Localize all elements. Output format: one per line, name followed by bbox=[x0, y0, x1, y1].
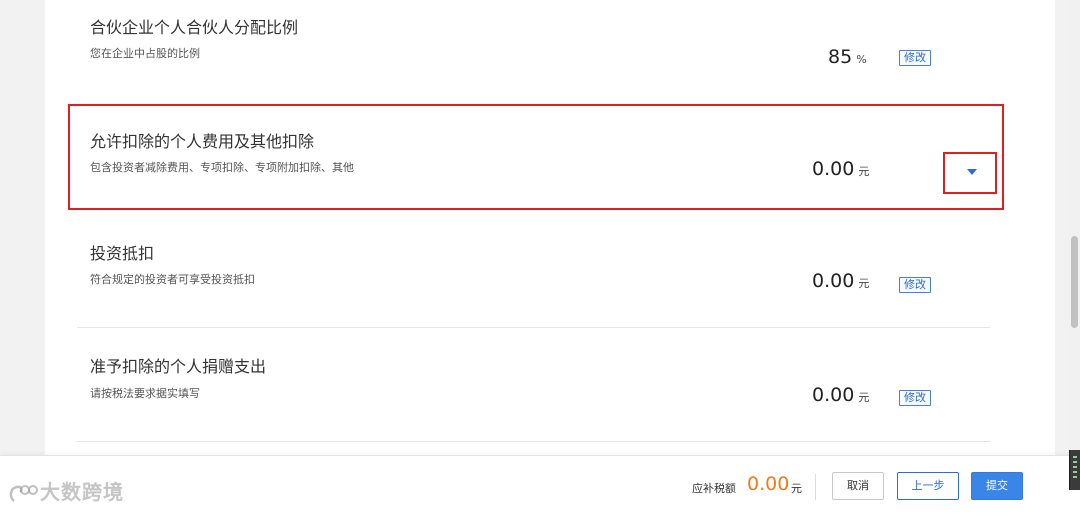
row-investment-credit: 投资抵扣 符合规定的投资者可享受投资抵扣 0.00 元 修改 bbox=[45, 214, 1055, 328]
form-panel: 合伙企业个人合伙人分配比例 您在企业中占股的比例 85% 修改 允许扣除的个人费… bbox=[45, 0, 1055, 515]
tax-due-label: 应补税额 bbox=[692, 482, 736, 495]
amount-value: 0.00 bbox=[812, 158, 855, 180]
row-personal-deductions: 允许扣除的个人费用及其他扣除 包含投资者减除费用、专项扣除、专项附加扣除、其他 … bbox=[45, 104, 1055, 210]
row-title: 准予扣除的个人捐赠支出 bbox=[90, 357, 267, 376]
amount-display: 85% bbox=[828, 46, 867, 68]
row-title: 投资抵扣 bbox=[90, 244, 155, 263]
watermark-text: 大数跨境 bbox=[40, 480, 124, 504]
previous-step-button[interactable]: 上一步 bbox=[897, 472, 959, 500]
side-widget bbox=[1069, 450, 1080, 490]
amount-value: 0.00 bbox=[812, 384, 855, 406]
tax-due-amount: 0.00 bbox=[747, 473, 790, 495]
submit-button[interactable]: 提交 bbox=[971, 472, 1023, 500]
amount-unit: 元 bbox=[858, 165, 870, 178]
amount-unit: % bbox=[856, 53, 867, 66]
amount-display: 0.00 元 bbox=[812, 270, 869, 292]
footer-bar: 大数跨境 应补税额 0.00 元 取消 上一步 提交 bbox=[0, 455, 1080, 516]
edit-button[interactable]: 修改 bbox=[899, 277, 931, 293]
amount-unit: 元 bbox=[858, 277, 870, 290]
row-partner-ratio: 合伙企业个人合伙人分配比例 您在企业中占股的比例 85% 修改 bbox=[45, 0, 1055, 100]
cancel-button[interactable]: 取消 bbox=[832, 472, 884, 500]
expand-toggle[interactable] bbox=[943, 152, 997, 194]
row-donation-deduction: 准予扣除的个人捐赠支出 请按税法要求据实填写 0.00 元 修改 bbox=[45, 328, 1055, 442]
watermark-logo: 大数跨境 bbox=[8, 476, 124, 505]
amount-value: 85 bbox=[828, 46, 853, 68]
scrollbar[interactable] bbox=[1069, 0, 1080, 515]
row-description: 符合规定的投资者可享受投资抵扣 bbox=[90, 273, 255, 286]
row-description: 您在企业中占股的比例 bbox=[90, 47, 200, 60]
logo-icon bbox=[9, 484, 38, 502]
amount-unit: 元 bbox=[858, 391, 870, 404]
row-title: 合伙企业个人合伙人分配比例 bbox=[90, 18, 299, 37]
amount-display: 0.00 元 bbox=[812, 384, 869, 406]
amount-value: 0.00 bbox=[812, 270, 855, 292]
footer-separator bbox=[815, 474, 816, 500]
tax-due-unit: 元 bbox=[791, 482, 802, 495]
edit-button[interactable]: 修改 bbox=[899, 390, 931, 406]
row-description: 包含投资者减除费用、专项扣除、专项附加扣除、其他 bbox=[90, 161, 354, 174]
caret-down-icon bbox=[967, 169, 977, 175]
amount-display: 0.00 元 bbox=[812, 158, 869, 180]
row-divider bbox=[77, 441, 990, 442]
row-description: 请按税法要求据实填写 bbox=[90, 387, 200, 400]
scrollbar-thumb[interactable] bbox=[1071, 236, 1078, 328]
row-title: 允许扣除的个人费用及其他扣除 bbox=[90, 132, 315, 151]
edit-button[interactable]: 修改 bbox=[899, 50, 931, 66]
